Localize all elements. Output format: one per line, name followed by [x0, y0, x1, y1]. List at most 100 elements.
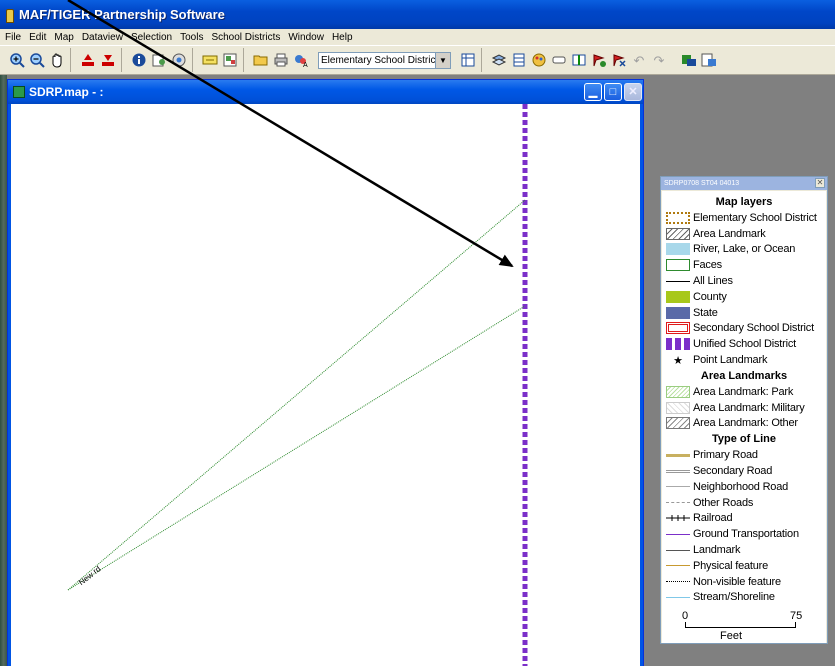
- scale-bar: 0 75 Feet: [662, 609, 826, 651]
- legend-item[interactable]: All Lines: [662, 273, 826, 289]
- info-icon[interactable]: [130, 51, 148, 69]
- park-swatch-icon: [666, 385, 690, 398]
- legend-item[interactable]: ★ Point Landmark: [662, 352, 826, 368]
- maximize-icon[interactable]: □: [604, 83, 622, 101]
- primary-road-swatch-icon: [666, 449, 690, 462]
- map-window-title: SDRP.map - :: [29, 85, 104, 99]
- map-window: SDRP.map - : ▁ □ ✕ New rd: [7, 79, 644, 666]
- redo-icon[interactable]: ↷: [650, 51, 668, 69]
- legend-item[interactable]: Stream/Shoreline: [662, 590, 826, 606]
- menu-map[interactable]: Map: [51, 32, 78, 43]
- legend-item[interactable]: Landmark: [662, 542, 826, 558]
- style-icon[interactable]: A: [292, 51, 310, 69]
- toolbar-group-extent: [75, 48, 122, 72]
- layers-icon[interactable]: [490, 51, 508, 69]
- close-icon[interactable]: ✕: [815, 178, 825, 188]
- desktop-edge: [0, 75, 7, 666]
- menu-tools[interactable]: Tools: [177, 32, 208, 43]
- legend-item[interactable]: Faces: [662, 257, 826, 273]
- toolbar: A Elementary School District ▼ ↶ ↷: [0, 45, 835, 75]
- legend-item[interactable]: Area Landmark: Other: [662, 416, 826, 432]
- app-icon: [4, 8, 16, 23]
- railroad-swatch-icon: [666, 512, 690, 525]
- landmark-line-swatch-icon: [666, 544, 690, 557]
- legend-titlebar[interactable]: SDRP0708 ST04 04013 ✕: [661, 177, 827, 190]
- county-swatch-icon: [666, 290, 690, 303]
- open-folder-icon[interactable]: [252, 51, 270, 69]
- legend-item[interactable]: Elementary School District: [662, 210, 826, 226]
- secondary-district-swatch-icon: [666, 322, 690, 335]
- map-layout-icon[interactable]: [221, 51, 239, 69]
- legend-window-title: SDRP0708 ST04 04013: [664, 180, 740, 187]
- menu-selection[interactable]: Selection: [128, 32, 177, 43]
- area-landmark-swatch-icon: [666, 227, 690, 240]
- legend-item[interactable]: Secondary Road: [662, 463, 826, 479]
- print-icon[interactable]: [272, 51, 290, 69]
- menu-window[interactable]: Window: [285, 32, 329, 43]
- non-visible-feature-swatch-icon: [666, 575, 690, 588]
- legend-item[interactable]: Area Landmark: Military: [662, 400, 826, 416]
- toolbar-group-tools: [197, 48, 244, 72]
- legend-heading-map-layers: Map layers: [715, 196, 773, 208]
- toolbar-group-info: [126, 48, 193, 72]
- legend-item[interactable]: Unified School District: [662, 336, 826, 352]
- road-line[interactable]: [67, 199, 526, 591]
- svg-text:A: A: [303, 62, 308, 68]
- menu-school-districts[interactable]: School Districts: [208, 32, 285, 43]
- next-extent-icon[interactable]: [99, 51, 117, 69]
- scale-min: 0: [682, 610, 689, 623]
- menu-edit[interactable]: Edit: [26, 32, 51, 43]
- label-tool-icon[interactable]: [201, 51, 219, 69]
- legend-item[interactable]: Ground Transportation: [662, 526, 826, 542]
- legend-item[interactable]: County: [662, 289, 826, 305]
- layer-select[interactable]: Elementary School District ▼: [318, 51, 451, 69]
- undo-icon[interactable]: ↶: [630, 51, 648, 69]
- school-edit-icon[interactable]: [700, 51, 718, 69]
- legend-item[interactable]: Area Landmark: [662, 226, 826, 242]
- star-icon: ★: [673, 354, 683, 367]
- menu-file[interactable]: File: [2, 32, 26, 43]
- legend-item[interactable]: River, Lake, or Ocean: [662, 242, 826, 258]
- menu-dataview[interactable]: Dataview: [79, 32, 128, 43]
- legend-heading-area-landmarks: Area Landmarks: [700, 369, 788, 382]
- find-feature-icon[interactable]: [150, 51, 168, 69]
- toolbar-group-school: [676, 48, 722, 72]
- legend-item[interactable]: State: [662, 305, 826, 321]
- road-line[interactable]: [67, 305, 526, 591]
- pan-hand-icon[interactable]: [48, 51, 66, 69]
- add-feature-icon[interactable]: [590, 51, 608, 69]
- legend-body: Map layers Elementary School District Ar…: [662, 191, 826, 643]
- previous-extent-icon[interactable]: [79, 51, 97, 69]
- legend-panel: SDRP0708 ST04 04013 ✕ Map layers Element…: [660, 176, 828, 644]
- minimize-icon[interactable]: ▁: [584, 83, 602, 101]
- split-icon[interactable]: [570, 51, 588, 69]
- legend-item[interactable]: Area Landmark: Park: [662, 384, 826, 400]
- table-icon[interactable]: [510, 51, 528, 69]
- map-window-titlebar[interactable]: SDRP.map - : ▁ □ ✕: [8, 80, 643, 104]
- map-canvas[interactable]: New rd: [11, 104, 640, 666]
- scale-max: 75: [790, 610, 803, 623]
- legend-item[interactable]: Neighborhood Road: [662, 479, 826, 495]
- delete-feature-icon[interactable]: [610, 51, 628, 69]
- zoom-in-icon[interactable]: [8, 51, 26, 69]
- school-district-icon[interactable]: [680, 51, 698, 69]
- menu-bar: File Edit Map Dataview Selection Tools S…: [0, 29, 835, 45]
- theme-icon[interactable]: [530, 51, 548, 69]
- legend-item[interactable]: Physical feature: [662, 558, 826, 574]
- elementary-district-swatch-icon: [666, 211, 690, 224]
- chevron-down-icon[interactable]: ▼: [435, 52, 450, 68]
- legend-item[interactable]: Secondary School District: [662, 321, 826, 337]
- toolbar-group-edit: ↶ ↷: [486, 48, 672, 72]
- legend-item[interactable]: Non-visible feature: [662, 574, 826, 590]
- legend-item[interactable]: Primary Road: [662, 447, 826, 463]
- legend-item[interactable]: Railroad: [662, 511, 826, 527]
- eraser-icon[interactable]: [550, 51, 568, 69]
- legend-item[interactable]: Other Roads: [662, 495, 826, 511]
- secondary-road-swatch-icon: [666, 465, 690, 478]
- layer-select-value: Elementary School District: [321, 54, 439, 66]
- zoom-out-icon[interactable]: [28, 51, 46, 69]
- scale-line: [685, 627, 795, 629]
- dataview-icon[interactable]: [459, 51, 477, 69]
- menu-help[interactable]: Help: [329, 32, 358, 43]
- query-icon[interactable]: [170, 51, 188, 69]
